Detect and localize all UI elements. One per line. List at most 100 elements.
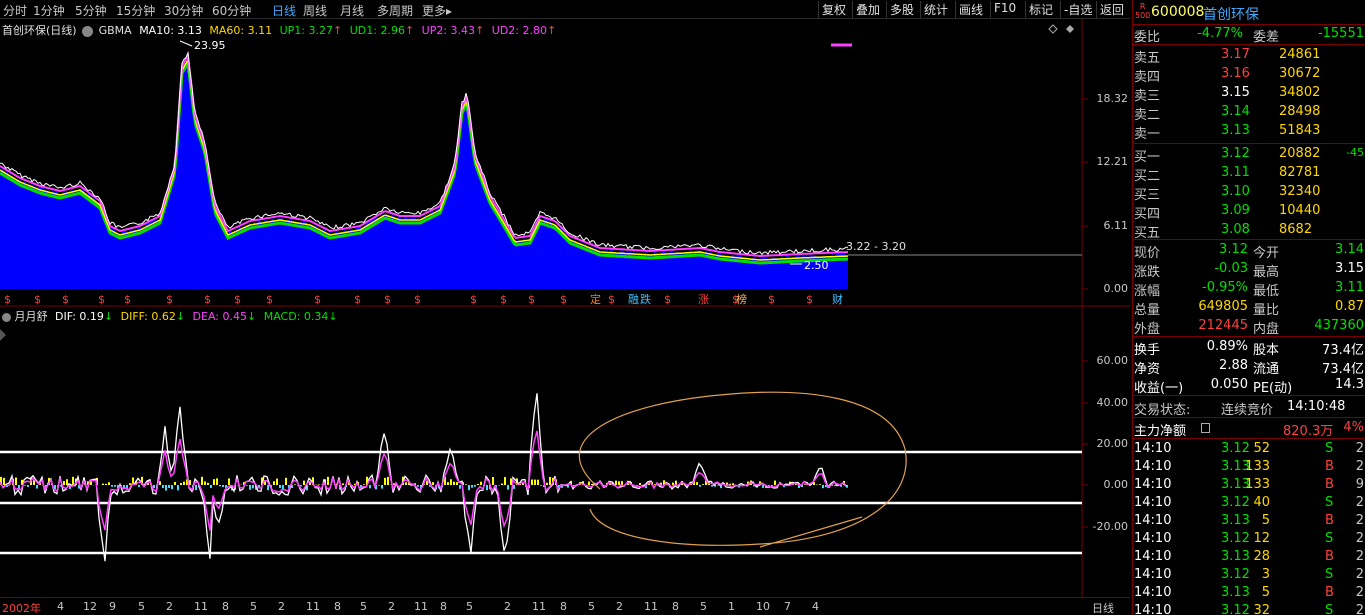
tab-15min[interactable]: 15分钟 — [116, 2, 155, 19]
stat-row[interactable]: 收益(一) 0.050 PE(动) 14.3 — [1133, 376, 1365, 396]
pane-collapse-icon[interactable] — [0, 329, 6, 341]
x-tick: 5 — [700, 600, 707, 613]
stat-value: -0.03 — [1214, 261, 1248, 276]
hand-drawn-ellipse-annotation[interactable] — [578, 391, 907, 546]
stat-row[interactable]: 换手 0.89% 股本 73.4亿 — [1133, 338, 1365, 358]
mark-button[interactable]: 标记 — [1025, 1, 1056, 18]
dividend-marker-icon[interactable]: $ — [204, 293, 211, 306]
tick-row[interactable]: 14:10 3.12 12 S 2 — [1133, 530, 1365, 549]
main-net-row[interactable]: 主力净额 820.3万 4% — [1133, 419, 1365, 439]
dividend-marker-icon[interactable]: $ — [34, 293, 41, 306]
tab-5min[interactable]: 5分钟 — [75, 2, 107, 19]
macd-value: MACD: 0.34 — [263, 310, 329, 323]
bid-price: 3.12 — [1221, 146, 1250, 161]
event-marker[interactable]: 榜 — [736, 292, 747, 306]
bid-label: 买三 — [1134, 188, 1161, 203]
tick-row[interactable]: 14:10 3.12 32 S 2 — [1133, 602, 1365, 615]
sub-chart-title[interactable]: 月月舒 — [15, 310, 48, 323]
ask-row[interactable]: 卖五 3.17 24861 — [1133, 46, 1365, 66]
dividend-marker-icon[interactable]: $ — [354, 293, 361, 306]
dividend-marker-icon[interactable]: $ — [414, 293, 421, 306]
dividend-marker-icon[interactable]: $ — [768, 293, 775, 306]
dividend-marker-icon[interactable]: $ — [62, 293, 69, 306]
stat-row[interactable]: 现价 3.12 今开 3.14 — [1133, 241, 1365, 261]
dividend-marker-icon[interactable]: $ — [266, 293, 273, 306]
bid-volume: 10440 — [1279, 203, 1321, 218]
dividend-marker-icon[interactable]: $ — [314, 293, 321, 306]
overlay-button[interactable]: 叠加 — [852, 1, 883, 18]
f10-button[interactable]: F10 — [990, 1, 1019, 18]
tick-row[interactable]: 14:10 3.12 52 S 2 — [1133, 440, 1365, 459]
bid-row[interactable]: 买五 3.08 8682 — [1133, 221, 1365, 241]
tick-row[interactable]: 14:10 3.12 40 S 2 — [1133, 494, 1365, 513]
bid-row[interactable]: 买二 3.11 82781 — [1133, 164, 1365, 184]
dividend-marker-icon[interactable]: $ — [234, 293, 241, 306]
tick-side: S — [1325, 531, 1334, 546]
ask-row[interactable]: 卖二 3.14 28498 — [1133, 103, 1365, 123]
diamond-icon[interactable] — [1048, 24, 1058, 34]
bid-row[interactable]: 买一 3.12 20882 -45 — [1133, 145, 1365, 165]
tab-weekly[interactable]: 周线 — [303, 2, 327, 19]
dividend-marker-icon[interactable]: $ — [166, 293, 173, 306]
dividend-marker-icon[interactable]: $ — [664, 293, 671, 306]
tick-row[interactable]: 14:10 3.13 133 B 9 — [1133, 476, 1365, 495]
high-price-label: 23.95 — [194, 39, 226, 52]
tick-row[interactable]: 14:10 3.13 28 B 2 — [1133, 548, 1365, 567]
event-marker-row: $ $ $ $ $ $ $ $ $ $ $ $ $ $ $ $ $ $ $ $ $ $定融跌涨榜财 — [4, 292, 843, 306]
tab-60min[interactable]: 60分钟 — [212, 2, 251, 19]
dividend-marker-icon[interactable]: $ — [470, 293, 477, 306]
dividend-marker-icon[interactable]: $ — [806, 293, 813, 306]
tab-monthly[interactable]: 月线 — [340, 2, 364, 19]
stat-row[interactable]: 净资 2.88 流通 73.4亿 — [1133, 357, 1365, 377]
tick-price: 3.12 — [1221, 441, 1250, 456]
dividend-marker-icon[interactable]: $ — [98, 293, 105, 306]
ask-volume: 24861 — [1279, 47, 1321, 62]
bid-change: -45 — [1346, 146, 1364, 159]
stat-label: 最高 — [1253, 265, 1280, 280]
sub-y-tick: -20.00 — [1092, 520, 1128, 533]
stat-row[interactable]: 涨幅 -0.95% 最低 3.11 — [1133, 279, 1365, 299]
dividend-marker-icon[interactable]: $ — [4, 293, 11, 306]
ask-row[interactable]: 卖三 3.15 34802 — [1133, 84, 1365, 104]
event-marker[interactable]: 定 — [590, 292, 601, 306]
dividend-marker-icon[interactable]: $ — [560, 293, 567, 306]
restore-rights-button[interactable]: 复权 — [818, 1, 849, 18]
diamond-filled-icon[interactable] — [1066, 25, 1074, 33]
multi-stock-button[interactable]: 多股 — [886, 1, 917, 18]
stat-row[interactable]: 外盘 212445 内盘 437360 — [1133, 317, 1365, 337]
ask-row[interactable]: 卖四 3.16 30672 — [1133, 65, 1365, 85]
draw-line-button[interactable]: 画线 — [955, 1, 986, 18]
event-marker[interactable]: 跌 — [640, 292, 651, 306]
settings-gear-icon[interactable] — [2, 312, 11, 322]
tab-fenshi[interactable]: 分时 — [3, 2, 27, 19]
ask-row[interactable]: 卖一 3.13 51843 — [1133, 122, 1365, 142]
dividend-marker-icon[interactable]: $ — [384, 293, 391, 306]
tab-multi-period[interactable]: 多周期 — [377, 2, 413, 19]
watchlist-button[interactable]: -自选 — [1060, 1, 1095, 18]
event-marker[interactable]: 财 — [832, 292, 843, 306]
stat-label: 最低 — [1253, 284, 1280, 299]
back-button[interactable]: 返回 — [1096, 1, 1127, 18]
tick-row[interactable]: 14:10 3.13 5 B 2 — [1133, 512, 1365, 531]
dividend-marker-icon[interactable]: $ — [608, 293, 615, 306]
tab-1min[interactable]: 1分钟 — [33, 2, 65, 19]
tick-row[interactable]: 14:10 3.12 3 S 2 — [1133, 566, 1365, 585]
tick-volume: 28 — [1253, 549, 1270, 564]
dividend-marker-icon[interactable]: $ — [124, 293, 131, 306]
tick-row[interactable]: 14:10 3.13 133 B 2 — [1133, 458, 1365, 477]
bid-row[interactable]: 买三 3.10 32340 — [1133, 183, 1365, 203]
stat-row[interactable]: 总量 649805 量比 0.87 — [1133, 298, 1365, 318]
ask-price: 3.17 — [1221, 47, 1250, 62]
statistics-button[interactable]: 统计 — [920, 1, 951, 18]
stat-row[interactable]: 涨跌 -0.03 最高 3.15 — [1133, 260, 1365, 280]
list-icon[interactable] — [1201, 423, 1210, 433]
event-marker[interactable]: 涨 — [698, 293, 709, 306]
dividend-marker-icon[interactable]: $ — [528, 293, 535, 306]
event-marker[interactable]: 融 — [628, 293, 639, 306]
tab-more[interactable]: 更多▸ — [422, 2, 452, 19]
tab-daily[interactable]: 日线 — [272, 2, 296, 19]
tick-row[interactable]: 14:10 3.13 5 B 2 — [1133, 584, 1365, 603]
dividend-marker-icon[interactable]: $ — [500, 293, 507, 306]
tab-30min[interactable]: 30分钟 — [164, 2, 203, 19]
bid-row[interactable]: 买四 3.09 10440 — [1133, 202, 1365, 222]
